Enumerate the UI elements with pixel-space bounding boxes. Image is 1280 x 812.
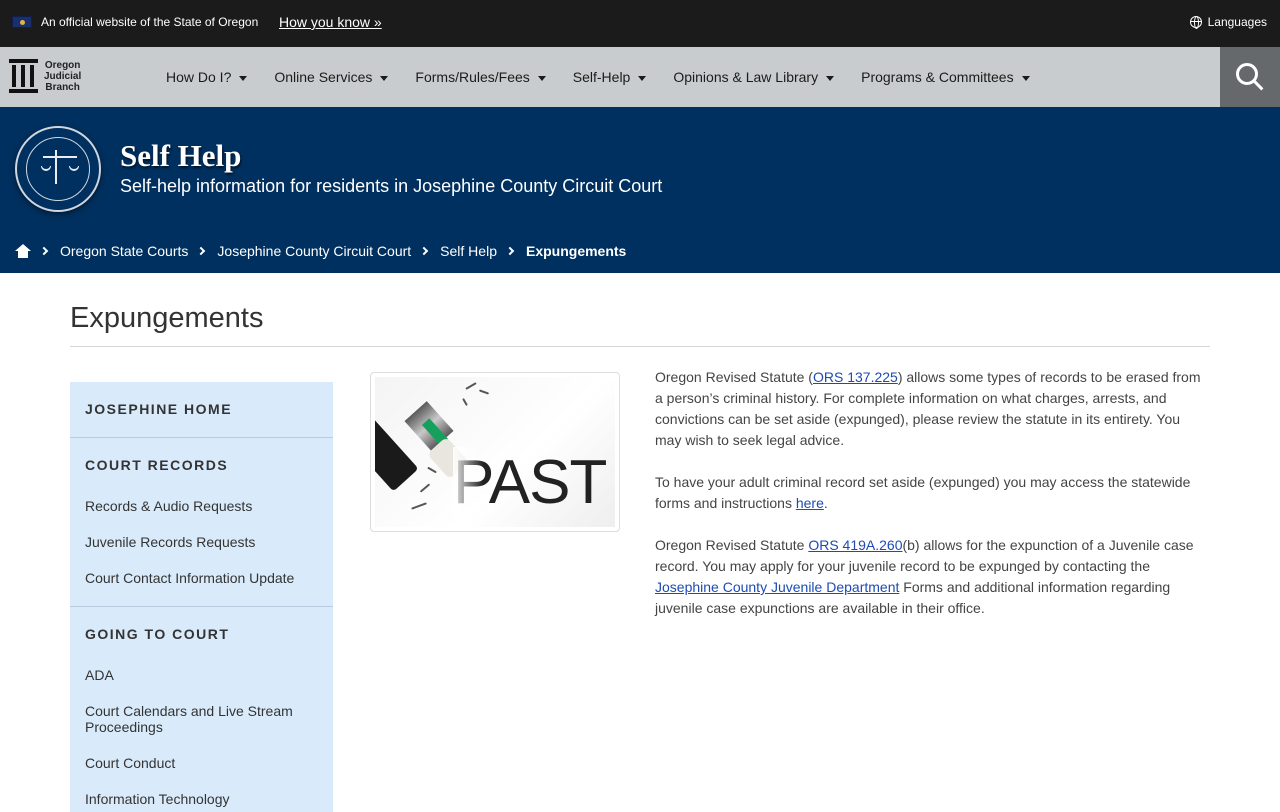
chevron-right-icon	[419, 246, 429, 256]
sidebar-item-records-audio-requests[interactable]: Records & Audio Requests	[70, 498, 272, 514]
oregon-flag-icon	[12, 16, 32, 28]
ojb-logo[interactable]: Oregon Judicial Branch	[9, 58, 91, 94]
chevron-down-icon	[537, 75, 546, 81]
forms-here-link[interactable]: here	[796, 495, 824, 511]
nav-item-programs-committees[interactable]: Programs & Committees	[861, 69, 1030, 85]
banner-title: Self Help	[120, 138, 242, 173]
paragraph-juvenile-statute: Oregon Revised Statute ORS 419A.260(b) a…	[655, 537, 1194, 616]
breadcrumb-josephine-county[interactable]: Josephine County Circuit Court	[217, 243, 411, 259]
sidebar-item-juvenile-records-requests[interactable]: Juvenile Records Requests	[70, 534, 275, 550]
nav-item-self-help[interactable]: Self-Help	[573, 69, 647, 85]
search-button[interactable]	[1220, 47, 1280, 107]
ors-137-225-link[interactable]: ORS 137.225	[813, 369, 898, 385]
chevron-right-icon	[39, 246, 49, 256]
sidebar-josephine-home[interactable]: JOSEPHINE HOME	[70, 401, 232, 417]
sidebar-item-information-technology[interactable]: Information Technology	[70, 791, 250, 807]
sidebar-nav: JOSEPHINE HOME COURT RECORDS Records & A…	[70, 382, 333, 812]
chevron-down-icon	[826, 75, 835, 81]
sidebar-heading-going-to-court[interactable]: GOING TO COURT	[70, 626, 229, 642]
main-content: Oregon Revised Statute (ORS 137.225) all…	[655, 367, 1210, 640]
nav-item-forms-rules-fees[interactable]: Forms/Rules/Fees	[415, 69, 546, 85]
sidebar-divider	[70, 606, 333, 607]
banner-subtitle: Self-help information for residents in J…	[120, 176, 663, 196]
page-title: Expungements	[70, 302, 264, 334]
courthouse-pillar-icon	[9, 59, 38, 93]
home-icon[interactable]	[15, 244, 31, 258]
breadcrumb-self-help[interactable]: Self Help	[440, 243, 497, 259]
chevron-down-icon	[380, 75, 389, 81]
chevron-right-icon	[505, 246, 515, 256]
how-you-know-link[interactable]: How you know »	[279, 14, 382, 30]
nav-item-opinions-law-library[interactable]: Opinions & Law Library	[673, 69, 835, 85]
pencil-graphic	[375, 387, 419, 492]
title-divider	[70, 346, 1210, 347]
logo-text: Oregon Judicial Branch	[44, 59, 82, 93]
judicial-department-seal-icon	[15, 126, 101, 212]
sidebar-item-court-calendars[interactable]: Court Calendars and Live Stream Proceedi…	[70, 703, 333, 735]
sidebar-item-ada[interactable]: ADA	[70, 667, 134, 683]
sidebar-divider	[70, 437, 333, 438]
chevron-right-icon	[197, 246, 206, 256]
sidebar-item-court-conduct[interactable]: Court Conduct	[70, 755, 195, 771]
breadcrumb-current: Expungements	[525, 243, 627, 259]
breadcrumb: Oregon State Courts Josephine County Cir…	[15, 243, 626, 259]
nav-item-how-do-i[interactable]: How Do I?	[166, 69, 248, 85]
globe-icon	[1189, 16, 1202, 29]
paragraph-adult-statute: Oregon Revised Statute (ORS 137.225) all…	[655, 369, 1201, 448]
sidebar-heading-court-records[interactable]: COURT RECORDS	[70, 457, 228, 473]
languages-button[interactable]: Languages	[1189, 15, 1267, 29]
official-website-text: An official website of the State of Oreg…	[41, 15, 259, 29]
juvenile-department-link[interactable]: Josephine County Juvenile Department	[655, 579, 899, 595]
main-navigation: Oregon Judicial Branch How Do I? Online …	[0, 47, 1280, 107]
chevron-down-icon	[1021, 75, 1030, 81]
paragraph-statewide-forms: To have your adult criminal record set a…	[655, 474, 1191, 511]
expungement-image: PAST	[370, 372, 620, 532]
chevron-down-icon	[638, 75, 647, 81]
nav-item-online-services[interactable]: Online Services	[274, 69, 389, 85]
breadcrumb-oregon-state-courts[interactable]: Oregon State Courts	[60, 243, 188, 259]
official-banner: An official website of the State of Oreg…	[0, 0, 1280, 47]
languages-label: Languages	[1207, 15, 1267, 29]
sidebar-item-court-contact-update[interactable]: Court Contact Information Update	[70, 570, 314, 586]
chevron-down-icon	[239, 75, 248, 81]
ors-419a-260-link[interactable]: ORS 419A.260	[808, 537, 902, 553]
